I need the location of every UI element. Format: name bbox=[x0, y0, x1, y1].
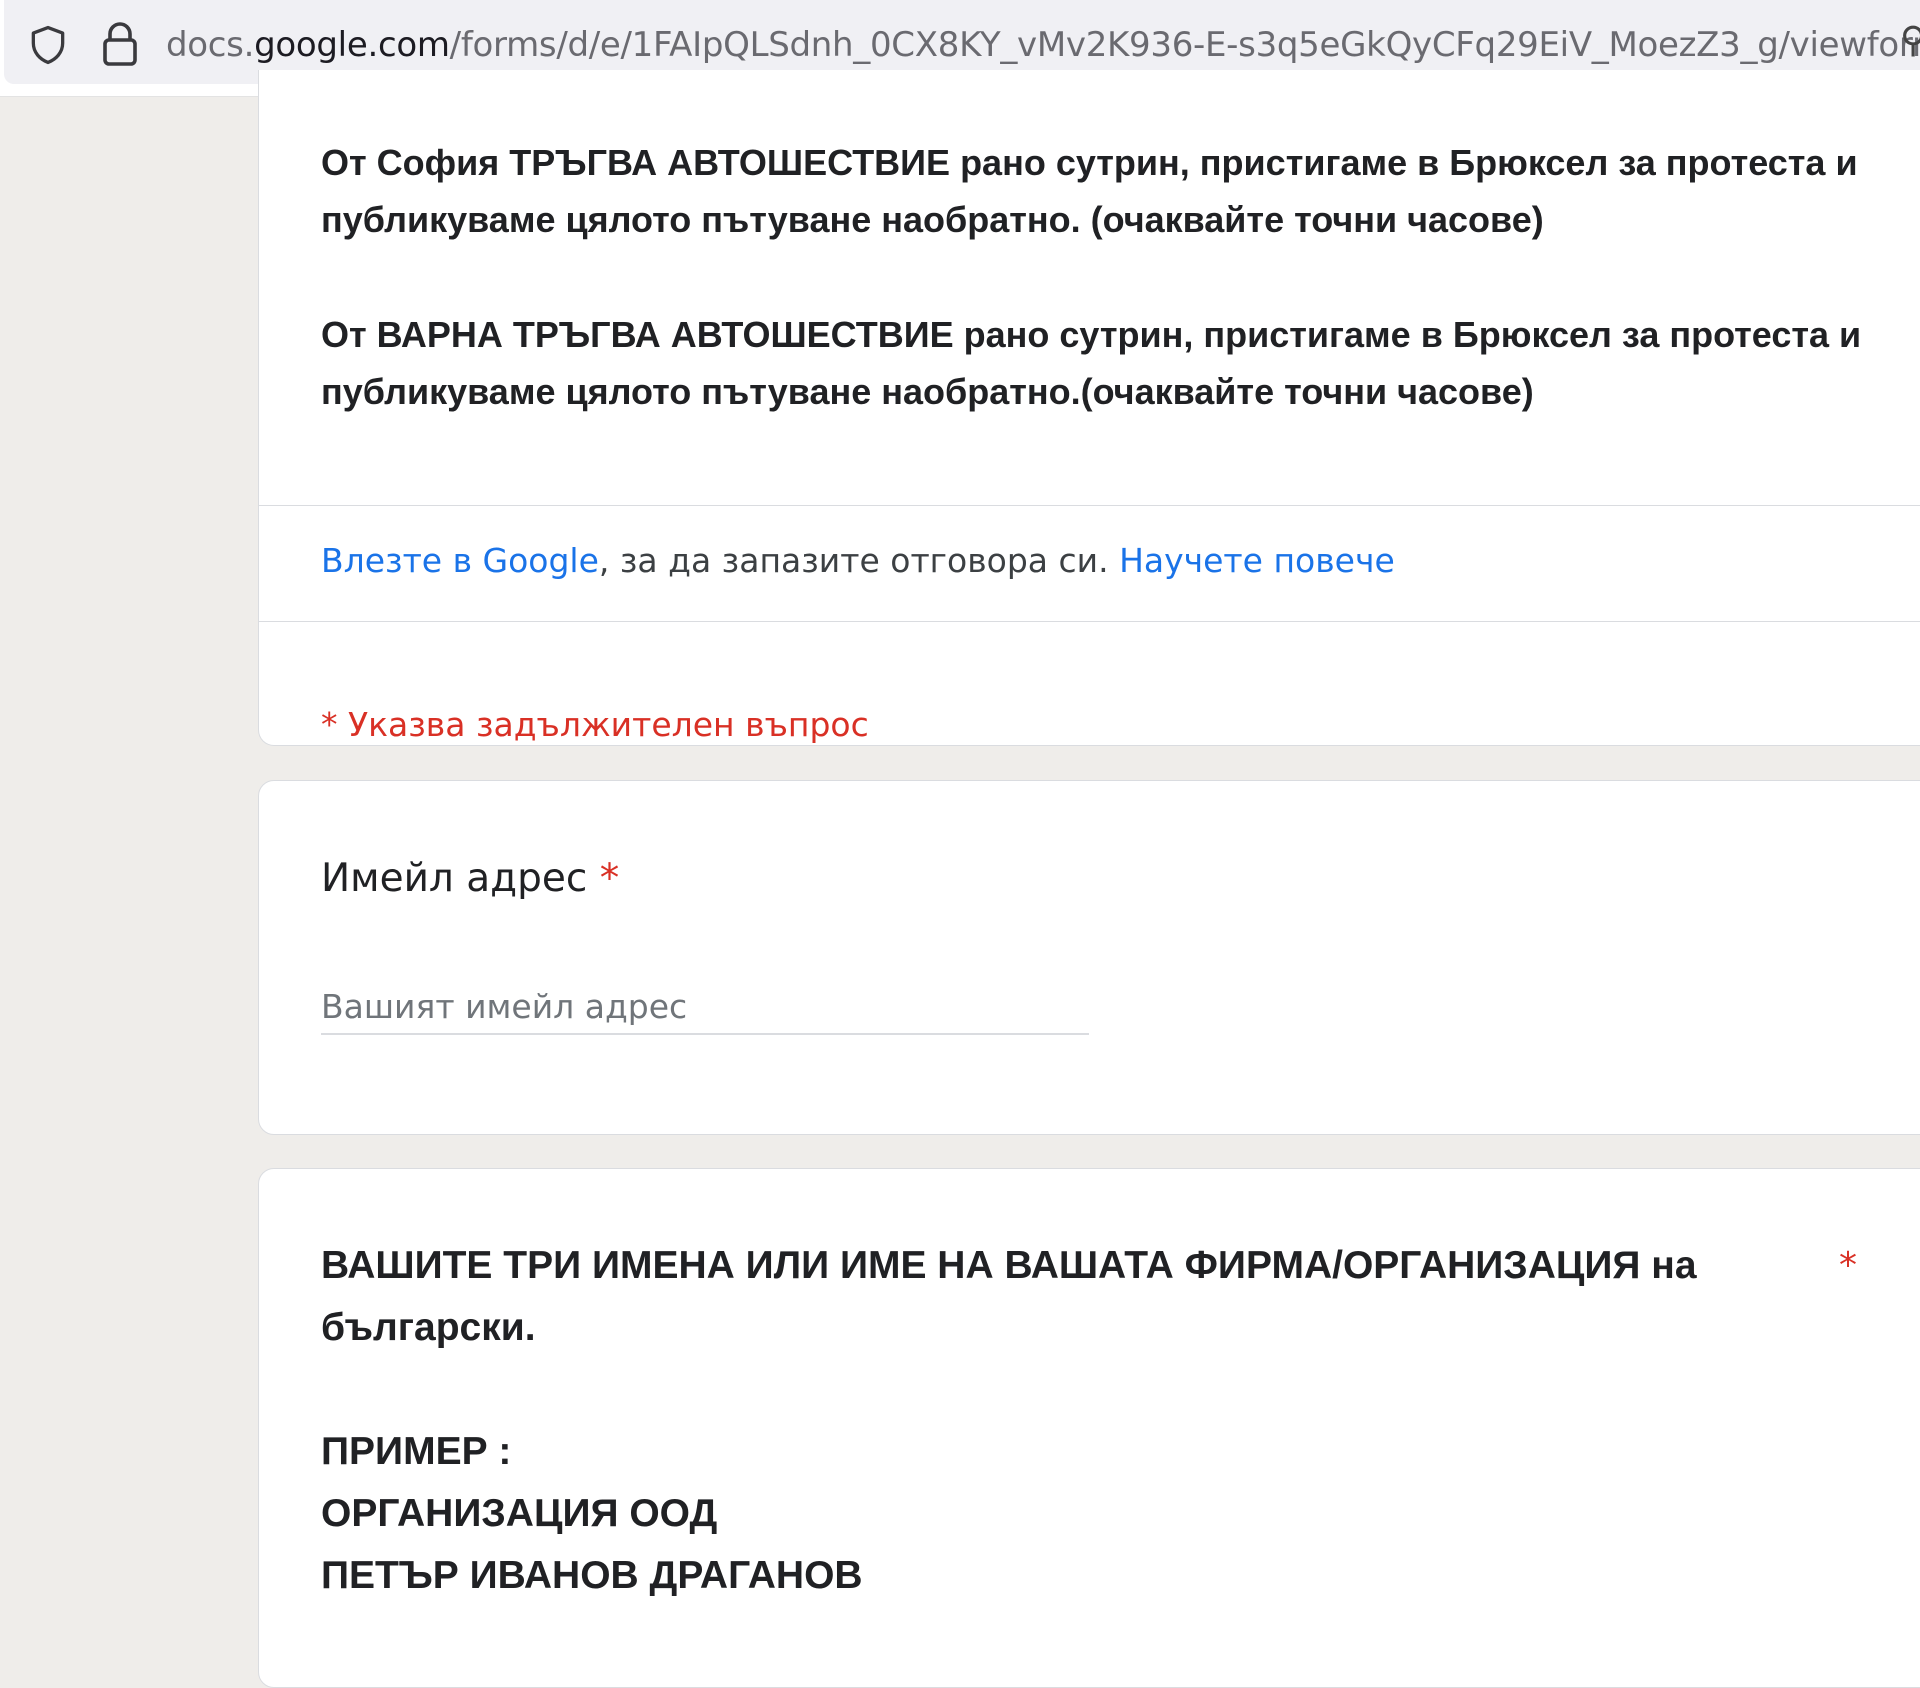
email-question-card: Имейл адрес * bbox=[258, 780, 1920, 1135]
form-description-card: От София ТРЪГВА АВТОШЕСТВИЕ рано сутрин,… bbox=[258, 70, 1920, 746]
url-domain-prefix: docs. bbox=[166, 25, 255, 65]
name-question-title: ВАШИТЕ ТРИ ИМЕНА ИЛИ ИМЕ НА ВАШАТА ФИРМА… bbox=[321, 1244, 1697, 1349]
example-organization: ОРГАНИЗАЦИЯ ООД bbox=[321, 1492, 718, 1535]
email-question-label: Имейл адрес bbox=[321, 856, 588, 901]
divider bbox=[259, 621, 1920, 622]
example-label: ПРИМЕР : bbox=[321, 1430, 512, 1473]
name-question-card: ВАШИТЕ ТРИ ИМЕНА ИЛИ ИМЕ НА ВАШАТА ФИРМА… bbox=[258, 1168, 1920, 1688]
email-question-title: Имейл адрес * bbox=[321, 851, 619, 907]
description-paragraph-sofia: От София ТРЪГВА АВТОШЕСТВИЕ рано сутрин,… bbox=[321, 142, 1858, 240]
required-question-note: * Указва задължителен въпрос bbox=[321, 705, 869, 744]
email-input[interactable] bbox=[321, 979, 1089, 1035]
url-domain: google.com bbox=[254, 25, 450, 65]
description-paragraph-varna: От ВАРНА ТРЪГВА АВТОШЕСТВИЕ рано сутрин,… bbox=[321, 314, 1862, 412]
shield-icon[interactable] bbox=[26, 22, 70, 68]
learn-more-link[interactable]: Научете повече bbox=[1119, 541, 1395, 580]
lock-icon[interactable] bbox=[100, 20, 140, 68]
divider bbox=[259, 505, 1920, 506]
signin-notice: Влезте в Google, за да запазите отговора… bbox=[321, 536, 1395, 586]
required-asterisk: * bbox=[599, 856, 620, 901]
signin-text: , за да запазите отговора си. bbox=[598, 541, 1120, 580]
signin-link[interactable]: Влезте в Google bbox=[321, 541, 599, 580]
url-text[interactable]: docs.google.com/forms/d/e/1FAIpQLSdnh_0C… bbox=[166, 22, 1920, 68]
required-asterisk: * bbox=[1839, 1245, 1857, 1286]
name-question-example: ПРИМЕР : ОРГАНИЗАЦИЯ ООД ПЕТЪР ИВАНОВ ДР… bbox=[321, 1421, 863, 1607]
example-person: ПЕТЪР ИВАНОВ ДРАГАНОВ bbox=[321, 1554, 863, 1597]
url-path: /forms/d/e/1FAIpQLSdnh_0CX8KY_vMv2K936-E… bbox=[449, 25, 1920, 65]
pin-icon[interactable]: ⚲ bbox=[1900, 20, 1920, 61]
